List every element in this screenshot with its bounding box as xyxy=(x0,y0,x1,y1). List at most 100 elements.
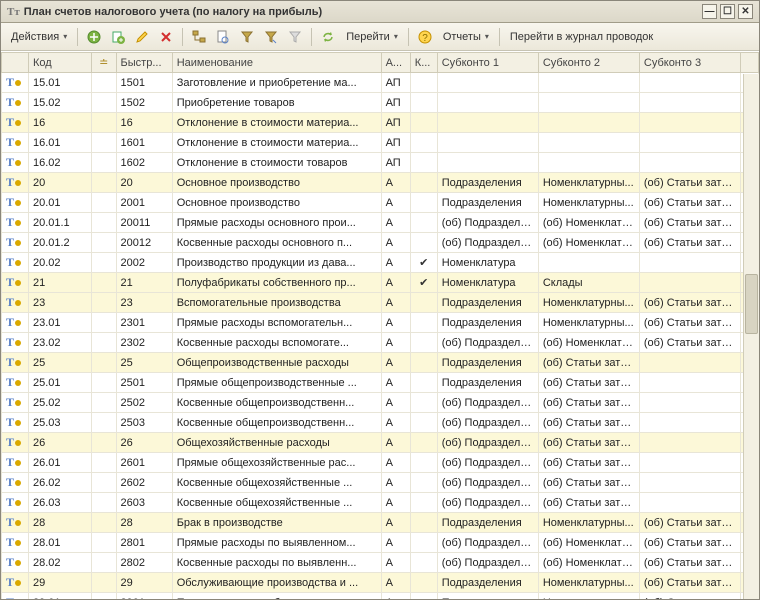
table-row[interactable]: Т2929Обслуживающие производства и ...АПо… xyxy=(2,573,759,593)
help-button[interactable]: ? xyxy=(415,27,435,47)
table-row[interactable]: Т20.012001Основное производствоАПодразде… xyxy=(2,193,759,213)
fast-cell: 2501 xyxy=(116,373,172,393)
table-row[interactable]: Т2020Основное производствоАПодразделения… xyxy=(2,173,759,193)
sort-cell xyxy=(91,73,116,93)
table-row[interactable]: Т26.032603Косвенные общехозяйственные ..… xyxy=(2,493,759,513)
vertical-scrollbar[interactable] xyxy=(743,74,759,599)
close-button[interactable]: ✕ xyxy=(738,4,753,19)
code-cell: 20.01.1 xyxy=(28,213,91,233)
code-cell: 16.02 xyxy=(28,153,91,173)
hierarchy-button[interactable] xyxy=(189,27,209,47)
col-sort-header[interactable]: ≐ xyxy=(91,53,116,73)
table-row[interactable]: Т15.011501Заготовление и приобретение ма… xyxy=(2,73,759,93)
chevron-down-icon: ▾ xyxy=(63,32,67,41)
col-sub3-header[interactable]: Субконто 3 xyxy=(639,53,740,73)
add-copy-button[interactable] xyxy=(108,27,128,47)
k-cell xyxy=(410,353,437,373)
col-code-header[interactable]: Код xyxy=(28,53,91,73)
account-icon: Т xyxy=(6,315,14,329)
sub3-cell xyxy=(639,433,740,453)
sub3-cell: (об) Статьи затрат xyxy=(639,333,740,353)
table-row[interactable]: Т23.012301Прямые расходы вспомогательн..… xyxy=(2,313,759,333)
sort-cell xyxy=(91,213,116,233)
col-fast-header[interactable]: Быстр... xyxy=(116,53,172,73)
name-cell: Косвенные общехозяйственные ... xyxy=(172,473,381,493)
col-k-header[interactable]: К... xyxy=(410,53,437,73)
table-row[interactable]: Т20.022002Производство продукции из дава… xyxy=(2,253,759,273)
account-icon: Т xyxy=(6,95,14,109)
col-a-header[interactable]: А... xyxy=(381,53,410,73)
maximize-button[interactable]: ☐ xyxy=(720,4,735,19)
filter-off-button[interactable] xyxy=(285,27,305,47)
k-cell xyxy=(410,433,437,453)
col-sub2-header[interactable]: Субконто 2 xyxy=(538,53,639,73)
table-row[interactable]: Т26.012601Прямые общехозяйственные рас..… xyxy=(2,453,759,473)
table-row[interactable]: Т26.022602Косвенные общехозяйственные ..… xyxy=(2,473,759,493)
table-row[interactable]: Т16.021602Отклонение в стоимости товаров… xyxy=(2,153,759,173)
table-row[interactable]: Т2525Общепроизводственные расходыАПодраз… xyxy=(2,353,759,373)
sub3-cell: (об) Статьи затрат xyxy=(639,593,740,600)
fast-cell: 2602 xyxy=(116,473,172,493)
name-cell: Отклонение в стоимости товаров xyxy=(172,153,381,173)
table-row[interactable]: Т20.01.120011Прямые расходы основного пр… xyxy=(2,213,759,233)
table-row[interactable]: Т20.01.220012Косвенные расходы основного… xyxy=(2,233,759,253)
find-button[interactable] xyxy=(213,27,233,47)
edit-button[interactable] xyxy=(132,27,152,47)
k-cell xyxy=(410,313,437,333)
table-row[interactable]: Т1616Отклонение в стоимости материа...АП xyxy=(2,113,759,133)
refresh-button[interactable] xyxy=(318,27,338,47)
goto-menu[interactable]: Перейти ▾ xyxy=(342,31,402,43)
fast-cell: 23 xyxy=(116,293,172,313)
table-row[interactable]: Т25.022502Косвенные общепроизводственн..… xyxy=(2,393,759,413)
code-cell: 29 xyxy=(28,573,91,593)
filter1-button[interactable] xyxy=(237,27,257,47)
sub1-cell: (об) Подразделе... xyxy=(437,393,538,413)
col-sub1-header[interactable]: Субконто 1 xyxy=(437,53,538,73)
table-row[interactable]: Т16.011601Отклонение в стоимости материа… xyxy=(2,133,759,153)
a-cell: А xyxy=(381,533,410,553)
table-row[interactable]: Т2626Общехозяйственные расходыА(об) Подр… xyxy=(2,433,759,453)
table-row[interactable]: Т2323Вспомогательные производстваАПодраз… xyxy=(2,293,759,313)
reports-menu[interactable]: Отчеты ▾ xyxy=(439,31,493,43)
minimize-button[interactable]: — xyxy=(702,4,717,19)
table-row[interactable]: Т28.012801Прямые расходы по выявленном..… xyxy=(2,533,759,553)
accounts-grid[interactable]: Код ≐ Быстр... Наименование А... К... Су… xyxy=(1,51,759,599)
code-cell: 25.02 xyxy=(28,393,91,413)
a-cell: А xyxy=(381,553,410,573)
row-icon-cell: Т xyxy=(2,273,29,293)
sub3-cell xyxy=(639,273,740,293)
delete-button[interactable] xyxy=(156,27,176,47)
scroll-thumb[interactable] xyxy=(745,274,758,334)
account-icon: Т xyxy=(6,395,14,409)
sub3-cell xyxy=(639,253,740,273)
table-row[interactable]: Т23.022302Косвенные расходы вспомогате..… xyxy=(2,333,759,353)
sort-cell xyxy=(91,173,116,193)
journal-link[interactable]: Перейти в журнал проводок xyxy=(506,31,657,43)
table-row[interactable]: Т2828Брак в производствеАПодразделенияНо… xyxy=(2,513,759,533)
status-dot-icon xyxy=(15,360,21,366)
filter2-button[interactable] xyxy=(261,27,281,47)
account-icon: Т xyxy=(6,155,14,169)
col-icon-header[interactable] xyxy=(2,53,29,73)
add-button[interactable] xyxy=(84,27,104,47)
account-icon: Т xyxy=(6,195,14,209)
a-cell: АП xyxy=(381,73,410,93)
table-row[interactable]: Т25.012501Прямые общепроизводственные ..… xyxy=(2,373,759,393)
col-name-header[interactable]: Наименование xyxy=(172,53,381,73)
table-row[interactable]: Т2121Полуфабрикаты собственного пр...А✔Н… xyxy=(2,273,759,293)
table-row[interactable]: Т15.021502Приобретение товаровАП xyxy=(2,93,759,113)
sub3-cell: (об) Статьи затрат xyxy=(639,313,740,333)
table-row[interactable]: Т25.032503Косвенные общепроизводственн..… xyxy=(2,413,759,433)
sub1-cell: (об) Подразделе... xyxy=(437,433,538,453)
a-cell: А xyxy=(381,233,410,253)
table-row[interactable]: Т28.022802Косвенные расходы по выявленн.… xyxy=(2,553,759,573)
name-cell: Основное производство xyxy=(172,193,381,213)
actions-menu[interactable]: Действия ▾ xyxy=(7,31,71,43)
fast-cell: 2901 xyxy=(116,593,172,600)
row-icon-cell: Т xyxy=(2,553,29,573)
status-dot-icon xyxy=(15,580,21,586)
a-cell: А xyxy=(381,273,410,293)
table-row[interactable]: Т29.012901Прямые расходы обслуживающих..… xyxy=(2,593,759,600)
k-cell xyxy=(410,73,437,93)
a-cell: А xyxy=(381,173,410,193)
